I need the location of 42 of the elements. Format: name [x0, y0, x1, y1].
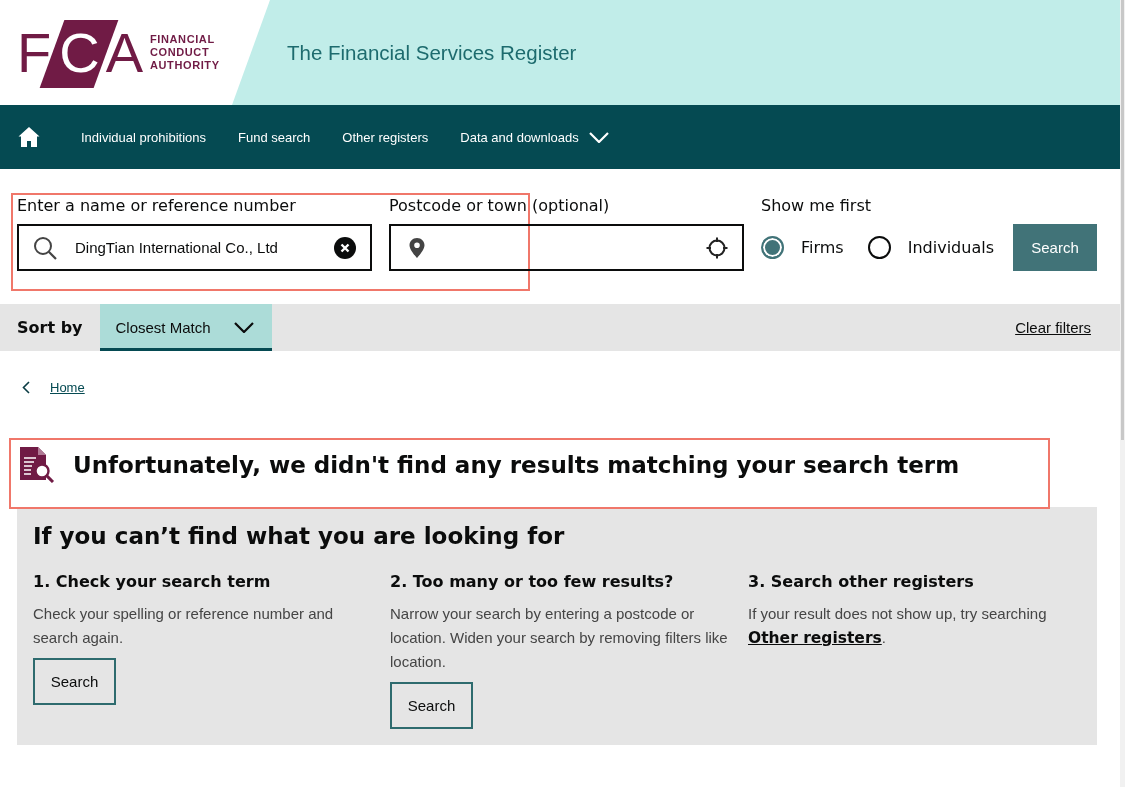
radio-button[interactable] [867, 236, 891, 259]
clear-filters-link[interactable]: Clear filters [1015, 319, 1091, 336]
home-icon[interactable] [18, 126, 40, 148]
search-button[interactable]: Search [390, 682, 473, 729]
help-text: If your result does not show up, try searching Other registers. [748, 604, 1048, 649]
search-button[interactable]: Search [33, 658, 116, 705]
scrollbar-track[interactable] [1120, 0, 1125, 787]
chevron-left-icon [22, 380, 30, 394]
document-search-icon [18, 446, 55, 483]
chevron-down-icon[interactable] [233, 322, 254, 333]
sort-label: Sort by [17, 318, 83, 337]
help-heading: 1. Check your search term [33, 572, 272, 592]
scrollbar-thumb[interactable] [1121, 0, 1124, 440]
search-icon [33, 235, 57, 260]
search-button[interactable]: Search [1013, 224, 1097, 271]
help-heading: 3. Search other registers [748, 572, 975, 592]
help-text: Check your spelling or reference number and search again. [33, 604, 335, 648]
sort-dropdown[interactable]: Closest Match [99, 304, 272, 351]
field-label: Enter a name or reference number [17, 196, 297, 216]
search-field[interactable]: DingTian International Co., Ltd [17, 224, 372, 271]
text-input[interactable]: DingTian International Co., Ltd [75, 239, 316, 256]
clear-icon[interactable] [334, 236, 356, 259]
location-field[interactable] [389, 224, 744, 271]
help-heading: 2. Too many or too few results? [390, 572, 675, 592]
field-label: Show me first [761, 196, 873, 216]
nav-link[interactable]: Data and downloads [460, 129, 609, 145]
logo-wordmark: FINANCIAL CONDUCT AUTHORITY [150, 33, 220, 72]
breadcrumb-link[interactable]: Home [50, 379, 85, 395]
nav-link[interactable]: Fund search [238, 129, 311, 145]
help-title: If you can’t find what you are looking for [33, 522, 566, 550]
nav-link[interactable]: Individual prohibitions [81, 129, 207, 145]
crosshair-icon[interactable] [706, 236, 728, 259]
site-title: The Financial Services Register [287, 40, 577, 65]
nav-link[interactable]: Other registers [342, 129, 429, 145]
radio-label[interactable]: Firms [801, 238, 844, 257]
radio-label[interactable]: Individuals [907, 238, 994, 257]
text-link[interactable]: Other registers [748, 629, 882, 647]
logo-mark: FCA [17, 16, 143, 89]
help-text: Narrow your search by entering a postcode or location. Widen your search by removing filters like location. [390, 604, 729, 672]
field-label: Postcode or town (optional) [389, 196, 611, 216]
notice-title: Unfortunately, we didn't find any results matching your search term [73, 450, 960, 479]
radio-button[interactable] [761, 236, 784, 259]
